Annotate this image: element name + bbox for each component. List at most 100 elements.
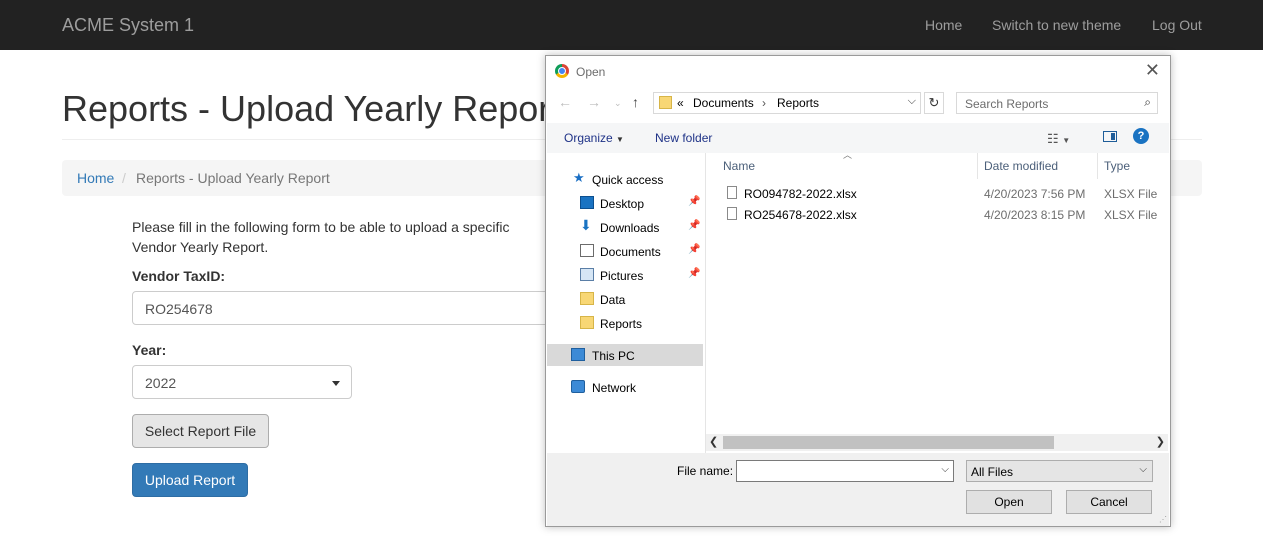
file-type: XLSX File bbox=[1104, 208, 1158, 222]
year-label: Year: bbox=[132, 342, 167, 358]
file-name: RO094782-2022.xlsx bbox=[744, 187, 857, 201]
chrome-icon bbox=[555, 64, 569, 78]
navigation-pane: ★ Quick access Desktop 📌 ⬇ Downloads 📌 D… bbox=[547, 153, 705, 453]
file-row[interactable]: RO254678-2022.xlsx 4/20/2023 8:15 PM XLS… bbox=[724, 205, 1164, 225]
file-date: 4/20/2023 8:15 PM bbox=[984, 208, 1086, 222]
file-icon bbox=[727, 207, 737, 220]
nav-item-label: Reports bbox=[600, 317, 643, 331]
nav-item-desktop[interactable]: Desktop 📌 bbox=[547, 192, 703, 214]
preview-pane-icon[interactable] bbox=[1103, 131, 1117, 142]
help-icon[interactable]: ? bbox=[1133, 128, 1149, 144]
page-title: Reports - Upload Yearly Report bbox=[62, 88, 561, 129]
computer-icon bbox=[571, 348, 585, 361]
form-intro-text: Please fill in the following form to be … bbox=[132, 219, 510, 255]
select-report-file-button[interactable]: Select Report File bbox=[132, 414, 269, 448]
file-date: 4/20/2023 7:56 PM bbox=[984, 187, 1086, 201]
search-icon: ⌕ bbox=[1144, 95, 1151, 109]
resize-grip-icon[interactable]: ⋰ bbox=[1159, 515, 1167, 524]
pin-icon: 📌 bbox=[688, 196, 701, 207]
nav-item-pictures[interactable]: Pictures 📌 bbox=[547, 264, 703, 286]
pin-icon: 📌 bbox=[688, 220, 701, 231]
vendor-taxid-label: Vendor TaxID: bbox=[132, 268, 226, 284]
nav-item-downloads[interactable]: ⬇ Downloads 📌 bbox=[547, 216, 703, 238]
column-divider[interactable] bbox=[1097, 153, 1098, 179]
refresh-icon[interactable]: ↻ bbox=[924, 92, 944, 114]
organize-menu[interactable]: Organize ▼ bbox=[564, 131, 624, 145]
nav-item-label: Quick access bbox=[592, 173, 664, 187]
navbar: ACME System 1 Home Switch to new theme L… bbox=[0, 0, 1263, 50]
scrollbar-thumb[interactable] bbox=[723, 436, 1054, 449]
nav-home-link[interactable]: Home bbox=[925, 17, 962, 33]
picture-icon bbox=[580, 268, 594, 281]
file-type-filter-value: All Files bbox=[971, 465, 1014, 479]
view-options-icon[interactable]: ☷ ▼ bbox=[1047, 131, 1070, 147]
pin-icon: 📌 bbox=[688, 244, 701, 255]
dialog-title: Open bbox=[576, 65, 606, 79]
folder-icon bbox=[659, 96, 672, 109]
recent-locations-icon[interactable]: ⌄ bbox=[614, 98, 622, 109]
nav-item-quick-access[interactable]: ★ Quick access bbox=[547, 168, 703, 190]
file-name-input[interactable]: ⌵ bbox=[736, 460, 954, 482]
address-bar[interactable]: « Documents › Reports ⌵ bbox=[653, 92, 921, 114]
column-header-date-modified[interactable]: Date modified bbox=[984, 159, 1058, 173]
address-overflow[interactable]: « bbox=[677, 96, 684, 110]
breadcrumb-separator: / bbox=[122, 170, 126, 186]
pin-icon: 📌 bbox=[688, 268, 701, 279]
cancel-button[interactable]: Cancel bbox=[1066, 490, 1152, 514]
file-row[interactable]: RO094782-2022.xlsx 4/20/2023 7:56 PM XLS… bbox=[724, 184, 1164, 204]
column-header-type[interactable]: Type bbox=[1104, 159, 1130, 173]
nav-item-label: Documents bbox=[600, 245, 661, 259]
nav-item-data[interactable]: Data bbox=[547, 288, 703, 310]
up-arrow-icon[interactable]: ↑ bbox=[632, 94, 639, 110]
sort-ascending-icon: ︿ bbox=[843, 150, 853, 160]
nav-item-label: This PC bbox=[592, 349, 635, 363]
column-header-name[interactable]: Name bbox=[723, 159, 755, 173]
nav-item-label: Pictures bbox=[600, 269, 644, 283]
column-divider[interactable] bbox=[977, 153, 978, 179]
nav-item-reports[interactable]: Reports bbox=[547, 312, 703, 334]
folder-icon bbox=[580, 292, 594, 305]
search-input[interactable]: Search Reports ⌕ bbox=[956, 92, 1158, 114]
pane-divider[interactable] bbox=[705, 153, 706, 453]
upload-report-button[interactable]: Upload Report bbox=[132, 463, 248, 497]
back-arrow-icon[interactable]: ← bbox=[558, 94, 572, 110]
breadcrumb-home-link[interactable]: Home bbox=[77, 170, 114, 186]
dropdown-arrow-icon: ▼ bbox=[616, 135, 624, 144]
file-name: RO254678-2022.xlsx bbox=[744, 208, 857, 222]
vendor-taxid-input[interactable]: RO254678 bbox=[132, 291, 572, 325]
open-button[interactable]: Open bbox=[966, 490, 1052, 514]
open-file-dialog: Open ✕ ← → ⌄ ↑ « Documents › Reports ⌵ ↻… bbox=[545, 55, 1171, 527]
scroll-left-icon[interactable]: ❮ bbox=[709, 435, 718, 448]
document-icon bbox=[580, 244, 594, 257]
chevron-down-icon[interactable]: ⌵ bbox=[941, 464, 949, 475]
chevron-down-icon[interactable]: ⌵ bbox=[908, 95, 916, 108]
search-placeholder: Search Reports bbox=[965, 97, 1049, 111]
address-segment-documents[interactable]: Documents bbox=[693, 96, 754, 110]
address-segment-reports[interactable]: Reports bbox=[777, 96, 819, 110]
nav-item-this-pc[interactable]: This PC bbox=[547, 344, 703, 366]
nav-item-network[interactable]: Network bbox=[547, 376, 703, 398]
file-type-filter[interactable]: All Files ⌵ bbox=[966, 460, 1153, 482]
vendor-taxid-value: RO254678 bbox=[145, 301, 213, 317]
desktop-icon bbox=[580, 196, 594, 209]
nav-item-label: Desktop bbox=[600, 197, 645, 211]
nav-item-label: Data bbox=[600, 293, 626, 307]
brand-link[interactable]: ACME System 1 bbox=[62, 15, 194, 36]
network-icon bbox=[571, 380, 585, 393]
breadcrumb-current: Reports - Upload Yearly Report bbox=[136, 170, 330, 186]
caret-down-icon bbox=[332, 381, 340, 386]
folder-icon bbox=[580, 316, 594, 329]
nav-switch-theme-link[interactable]: Switch to new theme bbox=[992, 17, 1121, 33]
nav-item-documents[interactable]: Documents 📌 bbox=[547, 240, 703, 262]
close-icon[interactable]: ✕ bbox=[1145, 60, 1160, 81]
download-icon: ⬇ bbox=[580, 217, 592, 233]
file-icon bbox=[727, 186, 737, 199]
forward-arrow-icon[interactable]: → bbox=[587, 94, 601, 110]
new-folder-button[interactable]: New folder bbox=[655, 131, 712, 145]
horizontal-scrollbar[interactable]: ❮ ❯ bbox=[706, 434, 1168, 451]
file-type: XLSX File bbox=[1104, 187, 1158, 201]
year-select[interactable]: 2022 bbox=[132, 365, 352, 399]
scroll-right-icon[interactable]: ❯ bbox=[1156, 435, 1165, 448]
dialog-toolbar: Organize ▼ New folder ☷ ▼ ? bbox=[547, 123, 1169, 153]
nav-logout-link[interactable]: Log Out bbox=[1152, 17, 1202, 33]
